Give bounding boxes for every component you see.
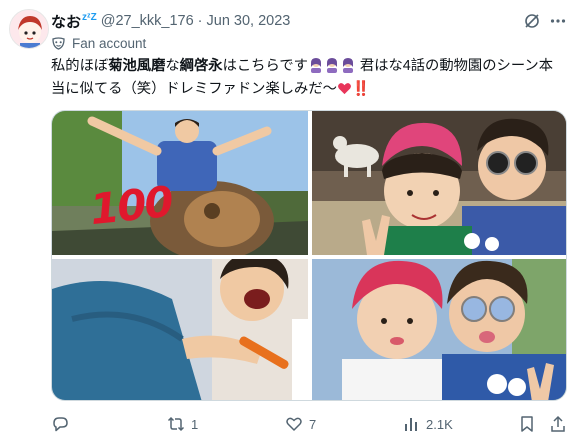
views-button[interactable]: 2.1K (402, 413, 453, 435)
account-label: Fan account (51, 34, 146, 52)
tweet-text-bold-name2: 綱啓永 (179, 58, 223, 74)
more-button[interactable] (547, 10, 569, 32)
photo-carrot[interactable] (52, 259, 308, 400)
grok-icon (525, 14, 539, 28)
tweet-text-seg3: はこちらです (222, 58, 308, 74)
heart-emoji (337, 81, 352, 102)
views-count: 2.1K (426, 416, 453, 432)
photo-duo-selfie[interactable] (312, 259, 566, 400)
person-emoji-1 (308, 57, 324, 79)
photo-goat-selfie[interactable] (312, 111, 566, 255)
avatar[interactable] (9, 9, 49, 49)
reply-icon (53, 417, 68, 432)
more-icon (550, 19, 566, 23)
display-name-decoration: zᶻZ (82, 11, 97, 23)
retweet-count: 1 (191, 416, 199, 432)
retweet-icon (167, 416, 185, 432)
tweet-text-seg1: 私的ほぼ (51, 58, 109, 74)
bookmark-icon (521, 416, 533, 432)
user-handle[interactable]: @27_kkk_176 (101, 13, 194, 29)
post-date[interactable]: Jun 30, 2023 (207, 13, 291, 29)
person-emoji-3 (340, 57, 356, 79)
account-label-text: Fan account (72, 35, 147, 51)
separator-dot: · (197, 13, 203, 29)
sticker-100-emoji: 100 (87, 176, 175, 235)
tweet-text-bold-name1: 菊池風磨 (108, 58, 166, 74)
mask-icon (51, 36, 66, 51)
photo-lion-statue[interactable]: 100 (52, 111, 308, 255)
display-name[interactable]: なお (51, 11, 81, 32)
like-icon (286, 417, 302, 431)
retweet-button[interactable]: 1 (167, 413, 198, 435)
grok-button[interactable] (521, 10, 543, 32)
tweet-text-seg2: な (165, 58, 180, 74)
media-grid: 100 (51, 110, 567, 401)
action-bar: 1 7 2.1K (51, 413, 567, 435)
avatar-image (10, 10, 48, 48)
tweet-text: 私的ほぼ菊池風磨な綱啓永はこちらです 君はな4話の動物園のシーン本当に似てる（笑… (51, 56, 566, 102)
like-button[interactable]: 7 (285, 413, 316, 435)
views-icon (405, 418, 417, 431)
tweet-header: なお zᶻZ @27_kkk_176 · Jun 30, 2023 (51, 10, 569, 32)
like-count: 7 (309, 416, 317, 432)
share-icon (551, 415, 565, 432)
person-emoji-2 (324, 57, 340, 79)
bookmark-button[interactable] (518, 413, 542, 435)
share-button[interactable] (549, 413, 573, 435)
reply-button[interactable] (51, 413, 75, 435)
tweet-text-seg5: ‼️ (351, 81, 370, 97)
